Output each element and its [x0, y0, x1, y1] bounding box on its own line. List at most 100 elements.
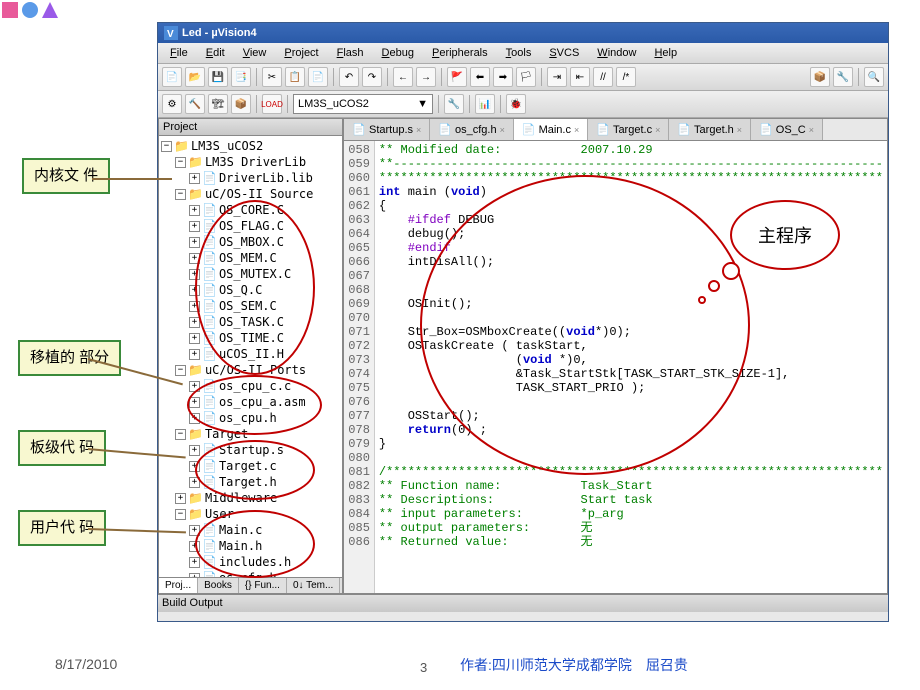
menu-peripherals[interactable]: Peripherals — [424, 45, 496, 61]
close-icon[interactable]: × — [416, 125, 421, 135]
expander-icon[interactable]: + — [189, 285, 200, 296]
tree-node[interactable]: +📄OS_MBOX.C — [161, 234, 340, 250]
close-icon[interactable]: × — [809, 125, 814, 135]
tree-node[interactable]: +📄OS_MUTEX.C — [161, 266, 340, 282]
menubar[interactable]: FileEditViewProjectFlashDebugPeripherals… — [158, 43, 888, 64]
manage-button[interactable]: 📊 — [475, 94, 495, 114]
tree-node[interactable]: +📄Target.h — [161, 474, 340, 490]
file-tab[interactable]: 📄Target.h× — [669, 119, 751, 140]
batch-build-button[interactable]: 📦 — [231, 94, 251, 114]
build-output-panel[interactable]: Build Output — [158, 594, 888, 612]
download-button[interactable]: LOAD — [262, 94, 282, 114]
expander-icon[interactable]: + — [189, 205, 200, 216]
expander-icon[interactable]: + — [189, 221, 200, 232]
comment-button[interactable]: // — [593, 67, 613, 87]
expander-icon[interactable]: + — [189, 477, 200, 488]
expander-icon[interactable]: − — [175, 509, 186, 520]
menu-view[interactable]: View — [235, 45, 275, 61]
menu-tools[interactable]: Tools — [498, 45, 540, 61]
expander-icon[interactable]: + — [189, 349, 200, 360]
toolbox1-button[interactable]: 📦 — [810, 67, 830, 87]
proj-tab[interactable]: {} Fun... — [239, 578, 287, 593]
expander-icon[interactable]: + — [189, 381, 200, 392]
menu-help[interactable]: Help — [646, 45, 685, 61]
menu-edit[interactable]: Edit — [198, 45, 233, 61]
bookmark-clear-button[interactable]: 🏳 — [516, 67, 536, 87]
tree-node[interactable]: −📁LM3S DriverLib — [161, 154, 340, 170]
target-selector[interactable]: LM3S_uCOS2 ▼ — [293, 94, 433, 114]
expander-icon[interactable]: + — [189, 173, 200, 184]
tree-node[interactable]: +📄OS_TASK.C — [161, 314, 340, 330]
save-all-button[interactable]: 📑 — [231, 67, 251, 87]
proj-tab[interactable]: Books — [198, 578, 239, 593]
proj-tab[interactable]: 0↓ Tem... — [287, 578, 340, 593]
expander-icon[interactable]: + — [189, 301, 200, 312]
file-tab[interactable]: 📄os_cfg.h× — [430, 119, 514, 140]
bookmark-prev-button[interactable]: ⬅ — [470, 67, 490, 87]
undo-button[interactable]: ↶ — [339, 67, 359, 87]
expander-icon[interactable]: + — [189, 525, 200, 536]
bookmark-button[interactable]: 🚩 — [447, 67, 467, 87]
expander-icon[interactable]: − — [175, 157, 186, 168]
project-tree[interactable]: −📁LM3S_uCOS2−📁LM3S DriverLib+📄DriverLib.… — [159, 136, 342, 577]
expander-icon[interactable]: + — [189, 237, 200, 248]
menu-flash[interactable]: Flash — [329, 45, 372, 61]
expander-icon[interactable]: + — [189, 253, 200, 264]
tree-node[interactable]: −📁User — [161, 506, 340, 522]
translate-button[interactable]: ⚙ — [162, 94, 182, 114]
redo-button[interactable]: ↷ — [362, 67, 382, 87]
proj-tab[interactable]: Proj... — [159, 578, 198, 593]
toolbox2-button[interactable]: 🔧 — [833, 67, 853, 87]
options-button[interactable]: 🔧 — [444, 94, 464, 114]
expander-icon[interactable]: − — [175, 365, 186, 376]
expander-icon[interactable]: − — [175, 429, 186, 440]
debug-button[interactable]: 🐞 — [506, 94, 526, 114]
close-icon[interactable]: × — [655, 125, 660, 135]
nav-back-button[interactable]: ← — [393, 67, 413, 87]
nav-fwd-button[interactable]: → — [416, 67, 436, 87]
expander-icon[interactable]: + — [189, 333, 200, 344]
tree-node[interactable]: +📄OS_FLAG.C — [161, 218, 340, 234]
expander-icon[interactable]: + — [189, 413, 200, 424]
tree-node[interactable]: +📄Main.h — [161, 538, 340, 554]
file-tabs[interactable]: 📄Startup.s×📄os_cfg.h×📄Main.c×📄Target.c×📄… — [344, 119, 887, 141]
menu-file[interactable]: File — [162, 45, 196, 61]
menu-project[interactable]: Project — [276, 45, 326, 61]
find-button[interactable]: 🔍 — [864, 67, 884, 87]
paste-button[interactable]: 📄 — [308, 67, 328, 87]
expander-icon[interactable]: + — [189, 445, 200, 456]
expander-icon[interactable]: + — [189, 541, 200, 552]
tree-node[interactable]: −📁uC/OS-II Ports — [161, 362, 340, 378]
tree-node[interactable]: +📄os_cfg.h — [161, 570, 340, 577]
file-tab[interactable]: 📄OS_C× — [751, 119, 823, 140]
expander-icon[interactable]: − — [161, 141, 172, 152]
open-button[interactable]: 📂 — [185, 67, 205, 87]
menu-window[interactable]: Window — [589, 45, 644, 61]
close-icon[interactable]: × — [737, 125, 742, 135]
menu-svcs[interactable]: SVCS — [541, 45, 587, 61]
build-button[interactable]: 🔨 — [185, 94, 205, 114]
tree-node[interactable]: +📁Middleware — [161, 490, 340, 506]
tree-node[interactable]: +📄os_cpu_a.asm — [161, 394, 340, 410]
expander-icon[interactable]: + — [189, 397, 200, 408]
expander-icon[interactable]: + — [175, 493, 186, 504]
expander-icon[interactable]: + — [189, 557, 200, 568]
tree-node[interactable]: +📄Target.c — [161, 458, 340, 474]
file-tab[interactable]: 📄Startup.s× — [344, 119, 430, 140]
tree-node[interactable]: +📄includes.h — [161, 554, 340, 570]
tree-node[interactable]: +📄os_cpu.h — [161, 410, 340, 426]
copy-button[interactable]: 📋 — [285, 67, 305, 87]
tree-node[interactable]: +📄OS_Q.C — [161, 282, 340, 298]
tree-node[interactable]: +📄OS_TIME.C — [161, 330, 340, 346]
tree-node[interactable]: +📄DriverLib.lib — [161, 170, 340, 186]
tree-node[interactable]: −📁uC/OS-II Source — [161, 186, 340, 202]
close-icon[interactable]: × — [574, 125, 579, 135]
expander-icon[interactable]: + — [189, 269, 200, 280]
expander-icon[interactable]: + — [189, 317, 200, 328]
save-button[interactable]: 💾 — [208, 67, 228, 87]
tree-node[interactable]: −📁Target — [161, 426, 340, 442]
new-file-button[interactable]: 📄 — [162, 67, 182, 87]
outdent-button[interactable]: ⇤ — [570, 67, 590, 87]
indent-button[interactable]: ⇥ — [547, 67, 567, 87]
file-tab[interactable]: 📄Target.c× — [588, 119, 669, 140]
